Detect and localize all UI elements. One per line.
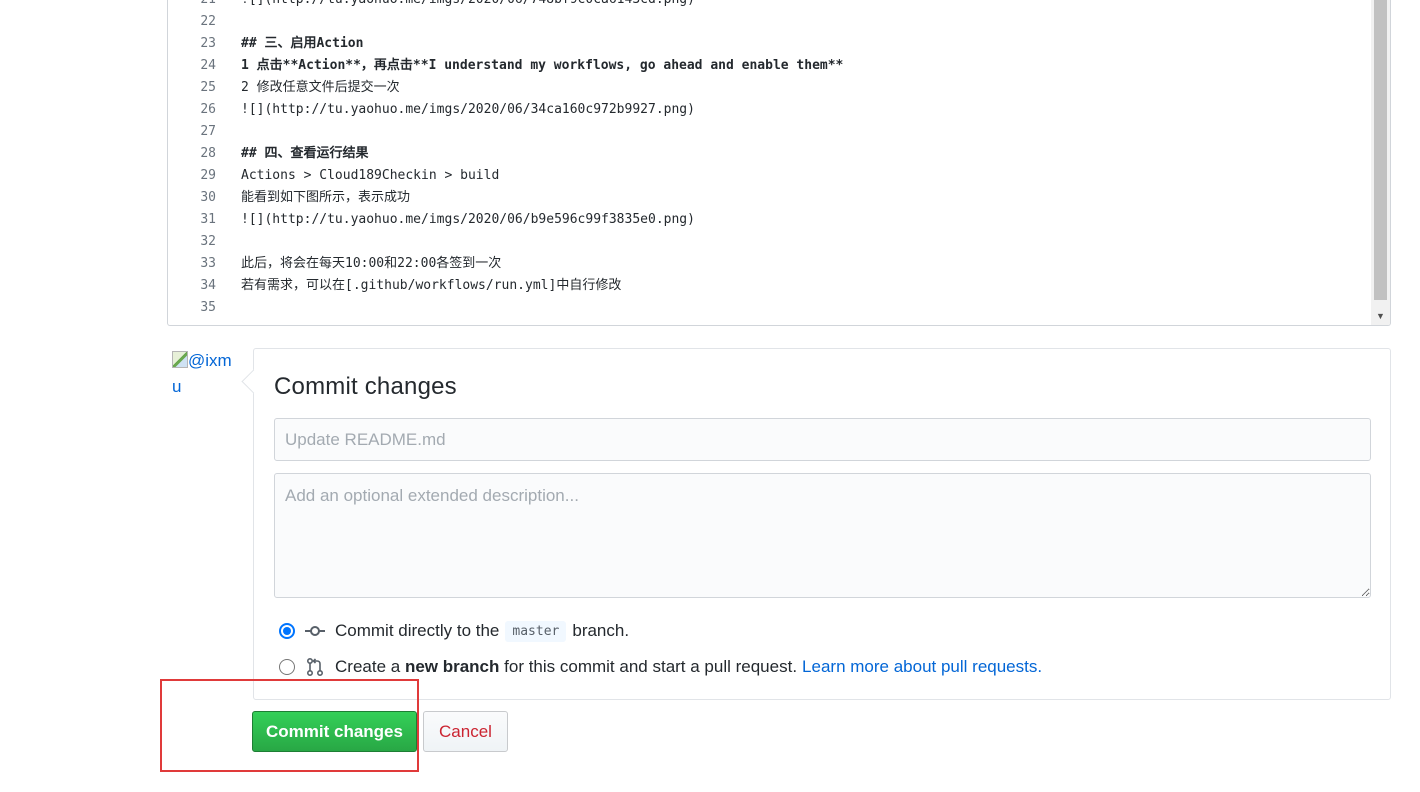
code-line[interactable]: 28 ## 四、查看运行结果: [168, 143, 1370, 165]
code-line[interactable]: 21 ![](http://tu.yaohuo.me/imgs/2020/06/7…: [168, 0, 1370, 11]
line-text[interactable]: ![](http://tu.yaohuo.me/imgs/2020/06/748…: [241, 0, 695, 11]
line-text[interactable]: ![](http://tu.yaohuo.me/imgs/2020/06/34c…: [241, 99, 695, 121]
line-text[interactable]: 1 点击**Action**，再点击**I understand my work…: [241, 55, 843, 77]
code-editor[interactable]: 21 ![](http://tu.yaohuo.me/imgs/2020/06/7…: [167, 0, 1391, 326]
line-text[interactable]: ## 四、查看运行结果: [241, 143, 368, 165]
line-number: 32: [200, 234, 216, 249]
line-text[interactable]: 能看到如下图所示，表示成功: [241, 187, 410, 209]
branch-name-tag: master: [505, 620, 567, 642]
commit-form-title: Commit changes: [274, 373, 457, 400]
line-number: 28: [200, 146, 216, 161]
code-line[interactable]: 25 2 修改任意文件后提交一次: [168, 77, 1370, 99]
create-branch-text-bold: new branch: [404, 657, 500, 676]
line-text[interactable]: 此后，将会在每天10:00和22:00各签到一次: [241, 253, 501, 275]
code-line[interactable]: 32: [168, 231, 1370, 253]
line-number: 29: [200, 168, 216, 183]
code-line[interactable]: 27: [168, 121, 1370, 143]
commit-description-input[interactable]: [274, 473, 1371, 598]
code-line[interactable]: 22: [168, 11, 1370, 33]
line-text[interactable]: ## 三、启用Action: [241, 33, 363, 55]
commit-changes-button[interactable]: Commit changes: [252, 711, 417, 752]
code-line[interactable]: 29 Actions > Cloud189Checkin > build: [168, 165, 1370, 187]
line-number: 25: [200, 80, 216, 95]
cancel-button[interactable]: Cancel: [423, 711, 508, 752]
code-line[interactable]: 35: [168, 297, 1370, 319]
code-line[interactable]: 30 能看到如下图所示，表示成功: [168, 187, 1370, 209]
commit-direct-option[interactable]: Commit directly to the master branch.: [279, 619, 629, 643]
scrollbar-thumb[interactable]: [1374, 0, 1387, 300]
line-text[interactable]: ![](http://tu.yaohuo.me/imgs/2020/06/b9e…: [241, 209, 695, 231]
code-line[interactable]: 34 若有需求，可以在[.github/workflows/run.yml]中自行…: [168, 275, 1370, 297]
line-number: 33: [200, 256, 216, 271]
commit-form: Commit changes Commit directly to the ma…: [253, 348, 1391, 700]
line-number: 31: [200, 212, 216, 227]
line-number: 23: [200, 36, 216, 51]
line-text[interactable]: 2 修改任意文件后提交一次: [241, 77, 400, 99]
avatar[interactable]: @ixmu: [172, 348, 232, 400]
commit-direct-radio[interactable]: [279, 623, 295, 639]
create-branch-radio[interactable]: [279, 659, 295, 675]
commit-direct-suffix: branch.: [572, 621, 630, 640]
git-pull-request-icon: [306, 657, 324, 677]
code-line[interactable]: 26 ![](http://tu.yaohuo.me/imgs/2020/06/3…: [168, 99, 1370, 121]
commit-summary-input[interactable]: [274, 418, 1371, 461]
line-number: 22: [200, 14, 216, 29]
git-commit-icon: [305, 626, 325, 636]
code-line[interactable]: 24 1 点击**Action**，再点击**I understand my wo…: [168, 55, 1370, 77]
editor-scrollbar[interactable]: ▼: [1371, 0, 1390, 325]
code-line[interactable]: 31 ![](http://tu.yaohuo.me/imgs/2020/06/b…: [168, 209, 1370, 231]
line-number: 34: [200, 278, 216, 293]
create-branch-text-suffix: for this commit and start a pull request…: [504, 657, 798, 676]
code-line[interactable]: 33 此后，将会在每天10:00和22:00各签到一次: [168, 253, 1370, 275]
scroll-down-arrow-icon[interactable]: ▼: [1371, 307, 1390, 325]
line-text[interactable]: Actions > Cloud189Checkin > build: [241, 165, 499, 187]
line-number: 35: [200, 300, 216, 315]
create-branch-text-prefix: Create a: [335, 657, 401, 676]
line-number: 21: [168, 0, 216, 11]
line-number: 24: [200, 58, 216, 73]
code-line[interactable]: 23 ## 三、启用Action: [168, 33, 1370, 55]
commit-direct-text: Commit directly to the: [335, 621, 500, 640]
line-number: 26: [200, 102, 216, 117]
line-number: 30: [200, 190, 216, 205]
create-branch-option[interactable]: Create a new branch for this commit and …: [279, 655, 1042, 679]
line-text[interactable]: 若有需求，可以在[.github/workflows/run.yml]中自行修改: [241, 275, 621, 297]
line-number: 27: [200, 124, 216, 139]
broken-image-icon: [172, 351, 188, 368]
learn-more-pull-requests-link[interactable]: Learn more about pull requests.: [802, 657, 1042, 677]
